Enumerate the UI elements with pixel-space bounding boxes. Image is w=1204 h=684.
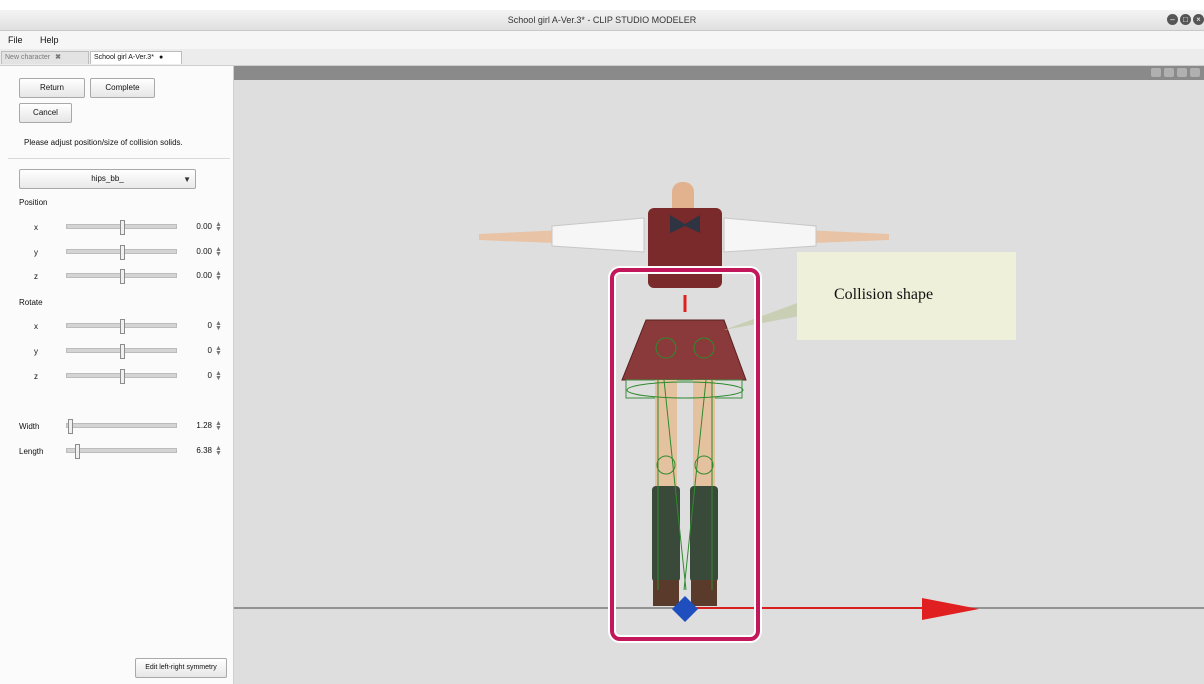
right-boot	[690, 486, 718, 582]
position-y-slider[interactable]	[66, 245, 177, 260]
viewport-toolbar	[234, 66, 1204, 80]
length-value[interactable]: 6.38	[182, 446, 212, 455]
left-sleeve	[551, 217, 645, 253]
rotate-y-value[interactable]: 0	[182, 346, 212, 355]
width-label: Width	[19, 422, 40, 431]
spin-arrows-icon[interactable]: ▲ ▼	[215, 221, 222, 233]
3d-viewport[interactable]	[234, 80, 1204, 684]
length-label: Length	[19, 447, 44, 456]
rotate-z-slider[interactable]	[66, 369, 177, 384]
spin-arrows-icon[interactable]: ▲ ▼	[215, 270, 222, 282]
window-controls: – □ ×	[1167, 14, 1204, 25]
window-title: School girl A-Ver.3* - CLIP STUDIO MODEL…	[507, 15, 697, 25]
x-axis-arrow-icon	[922, 598, 979, 620]
modified-dot-icon[interactable]: ●	[159, 54, 163, 61]
position-x-slider[interactable]	[66, 220, 177, 235]
cancel-button[interactable]: Cancel	[19, 103, 72, 123]
menu-help[interactable]: Help	[40, 35, 59, 45]
rotate-z-label: z	[34, 372, 38, 381]
slider-knob[interactable]	[120, 220, 125, 235]
settings-icon[interactable]	[1190, 68, 1200, 77]
width-slider[interactable]	[66, 419, 177, 434]
menu-file[interactable]: File	[8, 35, 23, 45]
tab-new-character[interactable]: New character ✖	[1, 51, 89, 64]
bone-select[interactable]: hips_bb_ ▼	[19, 169, 196, 189]
slider-knob[interactable]	[120, 269, 125, 284]
collision-shape-callout: Collision shape	[797, 252, 1016, 340]
slider-knob[interactable]	[120, 319, 125, 334]
spin-arrows-icon[interactable]: ▲ ▼	[215, 345, 222, 357]
complete-button[interactable]: Complete	[90, 78, 155, 98]
minimize-icon[interactable]: –	[1167, 14, 1178, 25]
spin-arrows-icon[interactable]: ▲ ▼	[215, 370, 222, 382]
edit-symmetry-button[interactable]: Edit left-right symmetry	[135, 658, 227, 678]
document-tab-bar: New character ✖ School girl A-Ver.3* ●	[0, 49, 1204, 66]
position-y-value[interactable]: 0.00	[182, 247, 212, 256]
rotate-y-slider[interactable]	[66, 344, 177, 359]
rotate-z-value[interactable]: 0	[182, 371, 212, 380]
return-button[interactable]: Return	[19, 78, 85, 98]
menu-bar: File Help	[0, 31, 1204, 49]
slider-knob[interactable]	[120, 245, 125, 260]
position-x-value[interactable]: 0.00	[182, 222, 212, 231]
rotate-x-label: x	[34, 322, 38, 331]
callout-label: Collision shape	[834, 286, 934, 303]
position-z-value[interactable]: 0.00	[182, 271, 212, 280]
close-icon[interactable]: ×	[1193, 14, 1204, 25]
chevron-down-icon: ▼	[183, 175, 191, 184]
right-sleeve	[723, 217, 817, 253]
position-x-label: x	[34, 223, 38, 232]
position-y-label: y	[34, 248, 38, 257]
close-icon[interactable]: ✖	[55, 54, 61, 61]
position-z-label: z	[34, 272, 38, 281]
spin-arrows-icon[interactable]: ▲ ▼	[215, 246, 222, 258]
vest	[648, 208, 722, 288]
rotate-x-value[interactable]: 0	[182, 321, 212, 330]
spin-arrows-icon[interactable]: ▲ ▼	[215, 445, 222, 457]
maximize-icon[interactable]: □	[1180, 14, 1191, 25]
title-bar: School girl A-Ver.3* - CLIP STUDIO MODEL…	[0, 10, 1204, 31]
slider-knob[interactable]	[68, 419, 73, 434]
rotate-y-label: y	[34, 347, 38, 356]
rotate-heading: Rotate	[19, 298, 43, 307]
divider	[8, 158, 230, 159]
length-slider[interactable]	[66, 444, 177, 459]
rotate-x-slider[interactable]	[66, 319, 177, 334]
view-icon[interactable]	[1177, 68, 1187, 77]
left-boot	[652, 486, 680, 582]
tab-label: New character	[5, 54, 51, 61]
instruction-text: Please adjust position/size of collision…	[24, 138, 183, 147]
position-z-slider[interactable]	[66, 269, 177, 284]
tab-label: School girl A-Ver.3*	[94, 54, 154, 61]
character-model-view	[234, 182, 1204, 643]
right-shoe	[691, 580, 717, 606]
slider-knob[interactable]	[120, 344, 125, 359]
grid-icon[interactable]	[1151, 68, 1161, 77]
width-value[interactable]: 1.28	[182, 421, 212, 430]
camera-icon[interactable]	[1164, 68, 1174, 77]
left-shoe	[653, 580, 679, 606]
position-heading: Position	[19, 198, 48, 207]
spin-arrows-icon[interactable]: ▲ ▼	[215, 320, 222, 332]
bone-select-value: hips_bb_	[91, 174, 124, 183]
slider-knob[interactable]	[75, 444, 80, 459]
spin-arrows-icon[interactable]: ▲ ▼	[215, 420, 222, 432]
tab-school-girl[interactable]: School girl A-Ver.3* ●	[90, 51, 182, 64]
slider-knob[interactable]	[120, 369, 125, 384]
